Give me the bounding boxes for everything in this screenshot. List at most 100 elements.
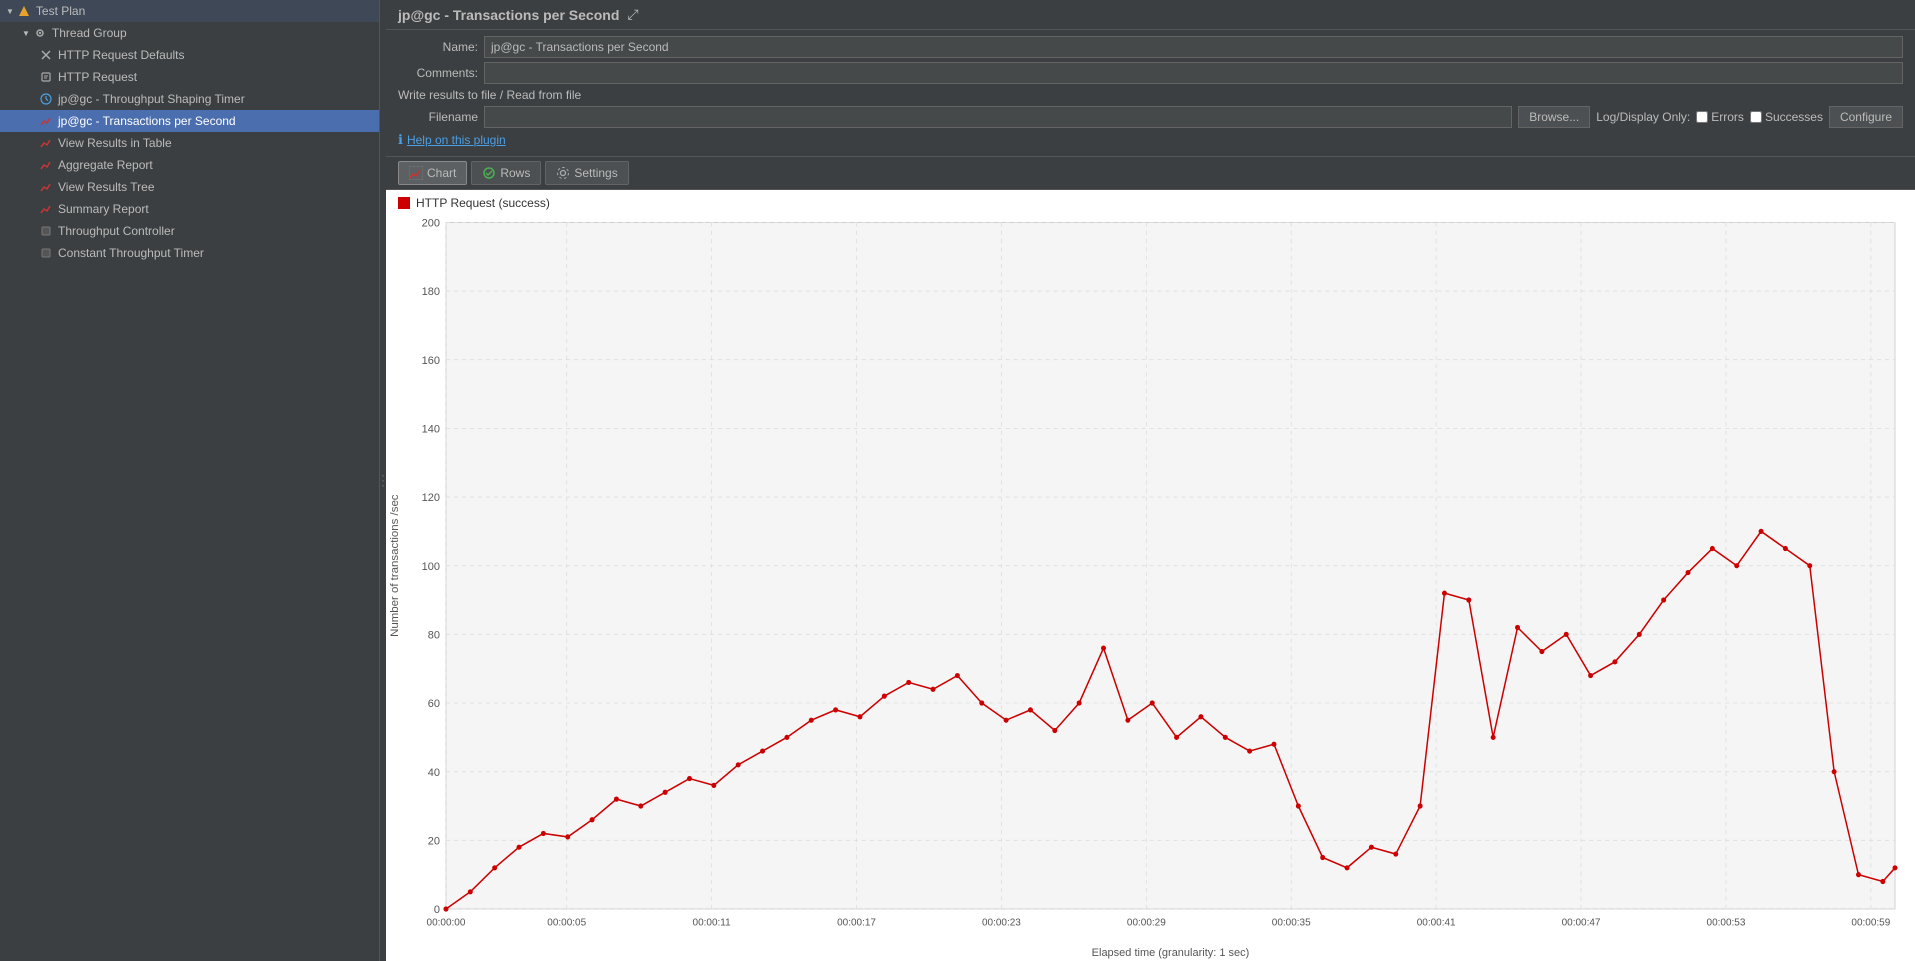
chart-area: HTTP Request (success) 02040608010012014… <box>386 190 1915 961</box>
tab-chart[interactable]: Chart <box>398 161 467 185</box>
data-point <box>1661 597 1666 602</box>
chart-icon <box>38 113 54 129</box>
sidebar-item-summary-report[interactable]: Summary Report <box>0 198 379 220</box>
y-tick-label: 80 <box>428 629 440 641</box>
sidebar-item-label-thread-group: Thread Group <box>52 26 127 40</box>
data-point <box>1150 700 1155 705</box>
browse-button[interactable]: Browse... <box>1518 106 1590 128</box>
sidebar-item-view-results-tree[interactable]: View Results Tree <box>0 176 379 198</box>
data-point <box>1174 735 1179 740</box>
data-point <box>979 700 984 705</box>
y-tick-label: 120 <box>422 492 440 504</box>
data-point <box>1418 803 1423 808</box>
sidebar-item-tps[interactable]: jp@gc - Transactions per Second <box>0 110 379 132</box>
data-point <box>1686 570 1691 575</box>
errors-checkbox[interactable] <box>1696 111 1708 123</box>
sidebar: ▼ Test Plan ▼ Thread Group HTTP Request Defa… <box>0 0 380 961</box>
tab-label-rows: Rows <box>500 166 530 180</box>
sidebar-item-http-request[interactable]: HTTP Request <box>0 66 379 88</box>
main-title: jp@gc - Transactions per Second <box>398 7 619 23</box>
data-point <box>955 673 960 678</box>
data-point <box>1856 872 1861 877</box>
data-point <box>784 735 789 740</box>
data-point <box>1052 728 1057 733</box>
x-tick-label: 00:00:00 <box>427 917 466 928</box>
data-point <box>1734 563 1739 568</box>
expand-arrow-icon: ▼ <box>6 7 14 16</box>
tab-rows[interactable]: Rows <box>471 161 541 185</box>
successes-label: Successes <box>1765 110 1823 124</box>
y-tick-label: 40 <box>428 767 440 779</box>
tabs-bar: Chart Rows Settings <box>386 157 1915 190</box>
chart-svg: 02040608010012014016018020000:00:0000:00… <box>386 212 1915 961</box>
info-icon: ℹ <box>398 132 403 148</box>
comments-input[interactable] <box>484 62 1903 84</box>
sidebar-item-label-test-plan: Test Plan <box>36 4 85 18</box>
data-point <box>1004 718 1009 723</box>
data-point <box>833 707 838 712</box>
data-point <box>1515 625 1520 630</box>
name-input[interactable] <box>484 36 1903 58</box>
help-link[interactable]: Help on this plugin <box>407 133 506 147</box>
x-tick-label: 00:00:05 <box>547 917 586 928</box>
data-point <box>1880 879 1885 884</box>
sidebar-item-constant-timer[interactable]: Constant Throughput Timer <box>0 242 379 264</box>
name-row: Name: <box>398 36 1903 58</box>
x-tick-label: 00:00:23 <box>982 917 1021 928</box>
title-bar: jp@gc - Transactions per Second ⤢ <box>386 0 1915 30</box>
comments-row: Comments: <box>398 62 1903 84</box>
y-tick-label: 100 <box>422 561 440 573</box>
errors-checkbox-label[interactable]: Errors <box>1696 110 1744 124</box>
x-tick-label: 00:00:53 <box>1707 917 1746 928</box>
filename-input[interactable] <box>484 106 1512 128</box>
sidebar-item-throughput-controller[interactable]: Throughput Controller <box>0 220 379 242</box>
sidebar-item-label-http-defaults: HTTP Request Defaults <box>58 48 185 62</box>
y-tick-label: 0 <box>434 904 440 916</box>
sidebar-item-thread-group[interactable]: ▼ Thread Group <box>0 22 379 44</box>
tab-settings[interactable]: Settings <box>545 161 628 185</box>
y-tick-label: 20 <box>428 835 440 847</box>
data-point <box>1296 803 1301 808</box>
data-point <box>687 776 692 781</box>
data-point <box>638 803 643 808</box>
data-point <box>1893 865 1898 870</box>
sidebar-item-throughput-timer[interactable]: jp@gc - Throughput Shaping Timer <box>0 88 379 110</box>
data-point <box>1710 546 1715 551</box>
data-point <box>1247 748 1252 753</box>
data-point <box>1125 718 1130 723</box>
data-point <box>1393 851 1398 856</box>
data-point <box>663 790 668 795</box>
sidebar-item-http-defaults[interactable]: HTTP Request Defaults <box>0 44 379 66</box>
data-point <box>517 845 522 850</box>
data-point <box>1369 845 1374 850</box>
data-point <box>565 834 570 839</box>
chart-icon <box>38 201 54 217</box>
gear-gray-icon <box>38 223 54 239</box>
sidebar-item-view-results-table[interactable]: View Results in Table <box>0 132 379 154</box>
expand-arrow-icon: ▼ <box>22 29 30 38</box>
tab-label-chart: Chart <box>427 166 456 180</box>
data-point <box>1466 597 1471 602</box>
sidebar-item-test-plan[interactable]: ▼ Test Plan <box>0 0 379 22</box>
configure-button[interactable]: Configure <box>1829 106 1903 128</box>
data-point <box>1539 649 1544 654</box>
sidebar-item-aggregate-report[interactable]: Aggregate Report <box>0 154 379 176</box>
expand-icon[interactable]: ⤢ <box>627 6 638 23</box>
log-display-area: Log/Display Only: Errors Successes <box>1596 110 1823 124</box>
x-tick-label: 00:00:47 <box>1562 917 1601 928</box>
data-point <box>760 748 765 753</box>
data-point <box>1345 865 1350 870</box>
filename-label: Filename <box>398 110 478 124</box>
x-icon <box>38 47 54 63</box>
y-tick-label: 160 <box>422 355 440 367</box>
chart-icon <box>38 157 54 173</box>
data-point <box>1612 659 1617 664</box>
data-point <box>1759 529 1764 534</box>
successes-checkbox[interactable] <box>1750 111 1762 123</box>
successes-checkbox-label[interactable]: Successes <box>1750 110 1823 124</box>
legend-color-box <box>398 197 410 209</box>
settings-tab-icon <box>556 166 570 180</box>
sidebar-item-label-constant-timer: Constant Throughput Timer <box>58 246 204 260</box>
x-tick-label: 00:00:17 <box>837 917 876 928</box>
pencil-icon <box>38 69 54 85</box>
